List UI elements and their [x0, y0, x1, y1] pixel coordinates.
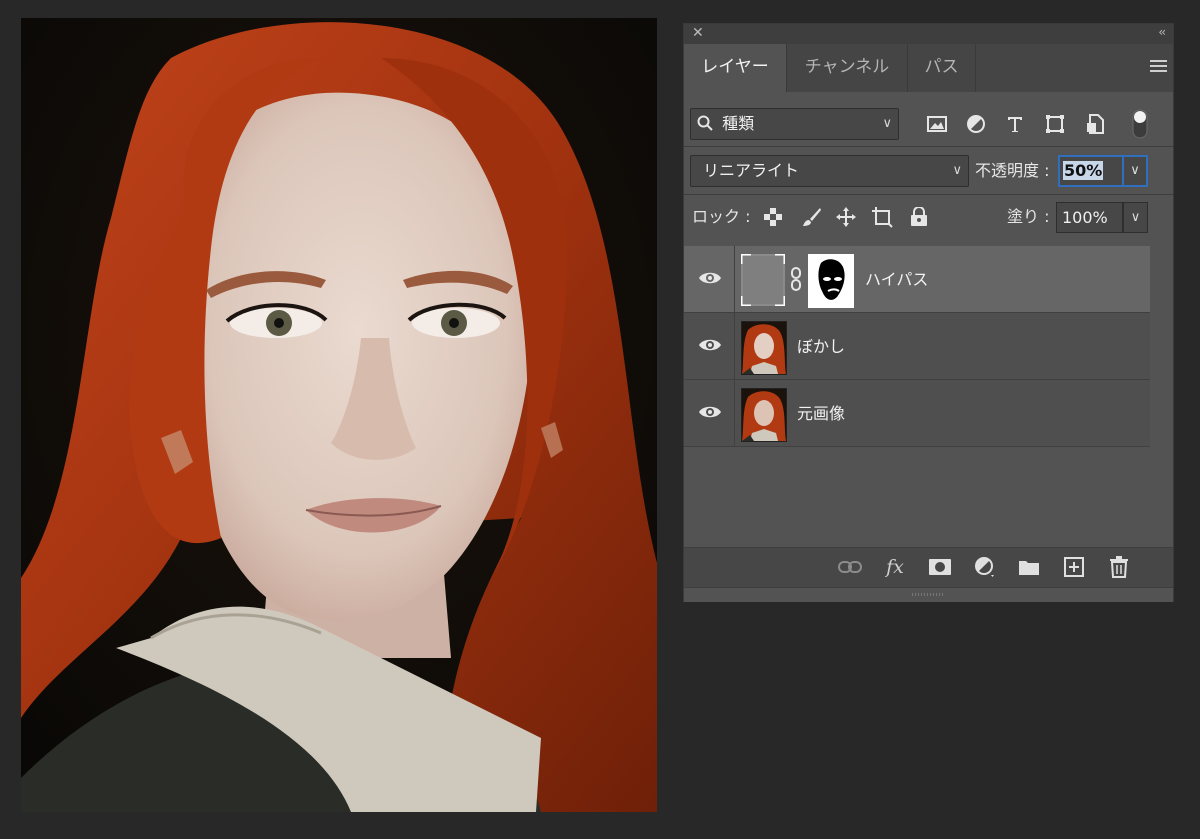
layer-row-highpass[interactable]: ハイパス [684, 246, 1150, 313]
lock-position-icon[interactable] [834, 204, 858, 230]
filter-label: 種類 [722, 114, 755, 133]
shape-filter-icon[interactable] [1043, 108, 1067, 140]
fill-label: 塗り : [1007, 207, 1050, 226]
filter-toggle-icon[interactable] [1128, 108, 1152, 140]
fill-input[interactable]: 100% [1056, 202, 1123, 233]
tab-layers[interactable]: レイヤー [684, 44, 787, 92]
blend-mode-dropdown[interactable]: リニアライト ∨ [690, 155, 969, 187]
portrait-photo [21, 18, 657, 812]
opacity-input[interactable]: 50% [1058, 155, 1124, 187]
visibility-eye-icon[interactable] [698, 270, 722, 286]
layers-bottom-toolbar: fx [684, 547, 1173, 588]
search-icon [697, 115, 713, 131]
chevron-down-icon: ∨ [952, 163, 962, 178]
tab-channels[interactable]: チャンネル [787, 44, 908, 92]
layer-thumbnail[interactable] [741, 321, 787, 375]
lock-all-icon[interactable] [907, 204, 931, 230]
fx-icon[interactable]: fx [883, 556, 907, 578]
new-layer-icon[interactable] [1062, 556, 1086, 578]
divider [684, 194, 1173, 195]
divider [734, 246, 735, 313]
chevron-down-icon: ∨ [882, 116, 892, 131]
opacity-label: 不透明度 : [975, 161, 1050, 180]
layer-name[interactable]: 元画像 [797, 380, 845, 447]
divider [684, 146, 1173, 147]
visibility-eye-icon[interactable] [698, 404, 722, 420]
layers-scrollbar[interactable] [1150, 246, 1173, 546]
fill-dropdown-button[interactable]: ∨ [1123, 202, 1148, 233]
close-icon[interactable]: ✕ [692, 25, 704, 41]
layer-row-blur[interactable]: ぼかし [684, 313, 1150, 380]
layer-mask-thumbnail[interactable] [808, 254, 854, 308]
smart-object-filter-icon[interactable] [1083, 108, 1107, 140]
lock-label: ロック : [692, 207, 751, 226]
blend-mode-value: リニアライト [703, 161, 800, 180]
link-icon[interactable] [789, 266, 803, 292]
divider [734, 380, 735, 447]
image-filter-icon[interactable] [925, 108, 949, 140]
tab-paths[interactable]: パス [908, 44, 976, 92]
layers-panel: ✕ ‹‹ レイヤー チャンネル パス 種類 ∨ リニアライト ∨ 不透明度: … [683, 23, 1174, 602]
layer-thumbnail[interactable] [741, 254, 785, 306]
layer-row-original[interactable]: 元画像 [684, 380, 1150, 447]
panel-titlebar: ✕ ‹‹ [684, 24, 1173, 44]
collapse-panel-icon[interactable]: ‹‹ [1158, 25, 1165, 39]
opacity-value: 50% [1063, 161, 1104, 180]
layer-thumbnail[interactable] [741, 388, 787, 442]
image-canvas[interactable] [21, 18, 657, 812]
adjustment-filter-icon[interactable] [964, 108, 988, 140]
opacity-dropdown-button[interactable]: ∨ [1124, 155, 1148, 187]
panel-menu-icon[interactable] [1150, 60, 1167, 75]
link-layers-icon[interactable] [838, 556, 862, 578]
lock-transparency-icon[interactable] [761, 204, 785, 230]
add-mask-icon[interactable] [928, 556, 952, 578]
panel-tabbar: レイヤー チャンネル パス [684, 44, 1173, 92]
new-adjustment-icon[interactable] [973, 556, 997, 578]
delete-icon[interactable] [1107, 556, 1131, 578]
layer-name[interactable]: ハイパス [865, 246, 928, 313]
type-filter-icon[interactable] [1003, 108, 1027, 140]
visibility-eye-icon[interactable] [698, 337, 722, 353]
lock-pixels-icon[interactable] [800, 204, 824, 230]
panel-resize-grip[interactable] [684, 587, 1173, 602]
layer-name[interactable]: ぼかし [797, 313, 845, 380]
layer-filter-dropdown[interactable]: 種類 ∨ [690, 108, 899, 140]
lock-artboard-icon[interactable] [870, 204, 894, 230]
new-group-icon[interactable] [1017, 556, 1041, 578]
divider [734, 313, 735, 380]
